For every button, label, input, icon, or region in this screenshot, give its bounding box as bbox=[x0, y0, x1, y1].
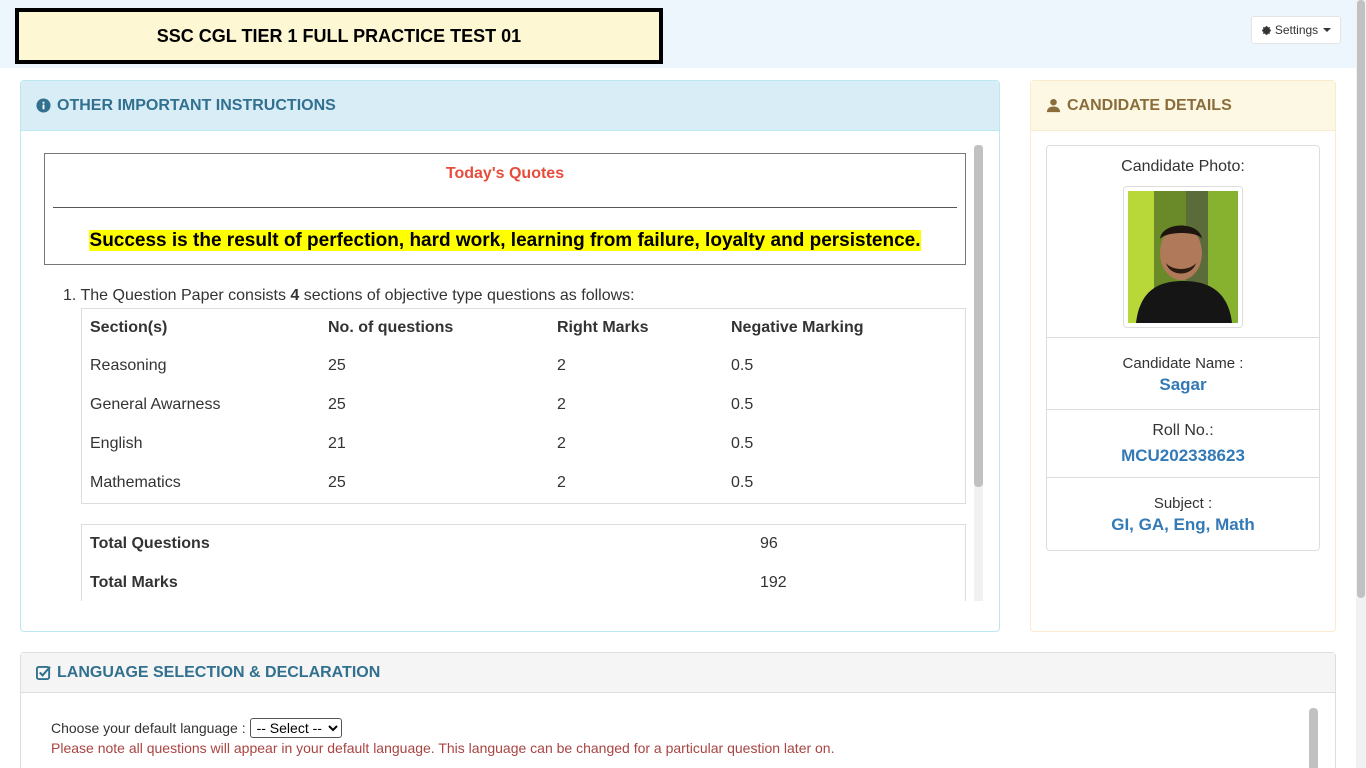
table-header: Right Marks bbox=[557, 319, 649, 336]
roll-number-label: Roll No.: bbox=[1152, 422, 1214, 439]
table-cell: Reasoning bbox=[90, 357, 167, 374]
table-cell: English bbox=[90, 435, 143, 452]
candidate-name: Sagar bbox=[1159, 375, 1207, 394]
table-cell: 0.5 bbox=[731, 357, 754, 374]
totals-value: 96 bbox=[760, 535, 778, 552]
check-square-icon bbox=[36, 665, 51, 680]
table-cell: General Awarness bbox=[90, 396, 221, 413]
page-scrollbar-thumb[interactable] bbox=[1357, 0, 1365, 598]
totals-label: Total Questions bbox=[90, 535, 210, 552]
language-choose-row: Choose your default language : -- Select… bbox=[51, 718, 342, 738]
instructions-scrollbar-thumb[interactable] bbox=[974, 145, 983, 487]
table-header: Section(s) bbox=[90, 319, 168, 336]
instruction-item-text-pre: The Question Paper consists bbox=[80, 287, 286, 304]
table-cell: 2 bbox=[557, 435, 566, 452]
instruction-item-number: 1. bbox=[63, 287, 77, 304]
language-heading: LANGUAGE SELECTION & DECLARATION bbox=[57, 663, 381, 681]
candidate-photo-image bbox=[1128, 191, 1238, 323]
table-cell: 25 bbox=[328, 474, 346, 491]
instructions-panel-header: OTHER IMPORTANT INSTRUCTIONS bbox=[21, 81, 999, 131]
table-header: No. of questions bbox=[328, 319, 454, 336]
settings-button[interactable]: Settings bbox=[1251, 16, 1341, 44]
table-cell: 0.5 bbox=[731, 396, 754, 413]
totals-table: Total Questions 96 Total Marks 192 bbox=[81, 524, 966, 601]
quote-box: Today's Quotes Success is the result of … bbox=[44, 153, 966, 265]
subject-item: Subject : GI, GA, Eng, Math bbox=[1047, 478, 1319, 550]
candidate-photo-label: Candidate Photo: bbox=[1121, 158, 1245, 175]
instructions-panel: OTHER IMPORTANT INSTRUCTIONS Today's Quo… bbox=[20, 80, 1000, 632]
table-cell: 21 bbox=[328, 435, 346, 452]
language-note: Please note all questions will appear in… bbox=[51, 740, 835, 756]
candidate-photo-item: Candidate Photo: bbox=[1047, 146, 1319, 338]
subject-value: GI, GA, Eng, Math bbox=[1111, 515, 1255, 534]
page-scrollbar[interactable] bbox=[1356, 0, 1366, 768]
table-cell: Mathematics bbox=[90, 474, 181, 491]
table-header: Negative Marking bbox=[731, 319, 864, 336]
table-cell: 2 bbox=[557, 474, 566, 491]
candidate-name-label: Candidate Name : bbox=[1122, 355, 1244, 372]
section-count: 4 bbox=[290, 287, 300, 304]
user-icon bbox=[1046, 98, 1061, 113]
gear-icon bbox=[1261, 25, 1271, 35]
instructions-scrollbar[interactable] bbox=[974, 145, 983, 601]
totals-value: 192 bbox=[760, 574, 787, 591]
caret-down-icon bbox=[1323, 28, 1332, 32]
settings-label: Settings bbox=[1274, 23, 1319, 37]
instruction-item-text-post: sections of objective type questions as … bbox=[303, 287, 635, 304]
table-cell: 2 bbox=[557, 396, 566, 413]
table-cell: 2 bbox=[557, 357, 566, 374]
language-choose-label: Choose your default language : bbox=[51, 720, 246, 736]
instructions-heading: OTHER IMPORTANT INSTRUCTIONS bbox=[57, 96, 336, 114]
candidate-panel: CANDIDATE DETAILS Candidate Photo: Candi… bbox=[1030, 80, 1336, 632]
instructions-body: Today's Quotes Success is the result of … bbox=[21, 131, 999, 601]
language-panel: LANGUAGE SELECTION & DECLARATION Choose … bbox=[20, 652, 1336, 768]
table-cell: 25 bbox=[328, 396, 346, 413]
roll-number: MCU202338623 bbox=[1121, 446, 1245, 465]
instruction-item-1: 1. The Question Paper consists 4 section… bbox=[63, 287, 635, 305]
test-title: SSC CGL TIER 1 FULL PRACTICE TEST 01 bbox=[15, 8, 663, 64]
quote-divider bbox=[53, 207, 957, 208]
sections-table: Section(s) No. of questions Right Marks … bbox=[81, 308, 966, 504]
candidate-panel-header: CANDIDATE DETAILS bbox=[1031, 81, 1335, 131]
roll-number-item: Roll No.: MCU202338623 bbox=[1047, 410, 1319, 478]
candidate-photo bbox=[1123, 186, 1243, 328]
quote-title: Today's Quotes bbox=[445, 165, 565, 182]
candidate-name-item: Candidate Name : Sagar bbox=[1047, 338, 1319, 410]
candidate-heading: CANDIDATE DETAILS bbox=[1067, 96, 1232, 114]
language-select[interactable]: -- Select -- bbox=[249, 718, 342, 738]
info-circle-icon bbox=[36, 98, 51, 113]
subject-label: Subject : bbox=[1153, 495, 1213, 512]
quote-text: Success is the result of perfection, har… bbox=[88, 230, 922, 251]
candidate-details-list: Candidate Photo: Candidate Name : Sagar … bbox=[1046, 145, 1320, 551]
table-cell: 0.5 bbox=[731, 435, 754, 452]
totals-label: Total Marks bbox=[90, 574, 178, 591]
language-scrollbar-thumb[interactable] bbox=[1309, 708, 1318, 768]
table-cell: 25 bbox=[328, 357, 346, 374]
table-cell: 0.5 bbox=[731, 474, 754, 491]
language-panel-header: LANGUAGE SELECTION & DECLARATION bbox=[21, 653, 1335, 693]
